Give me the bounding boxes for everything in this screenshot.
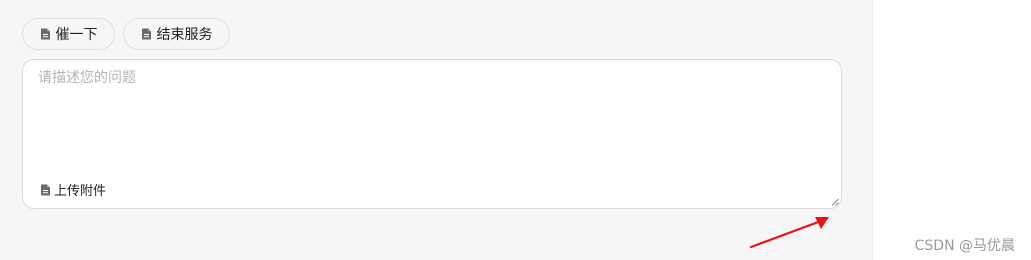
end-service-button-label: 结束服务: [156, 27, 213, 43]
question-textarea[interactable]: [23, 60, 841, 170]
urge-button-label: 催一下: [55, 27, 98, 43]
annotation-arrow-icon: [749, 217, 829, 249]
watermark-text: CSDN @马优晨: [914, 238, 1015, 254]
end-service-button[interactable]: 结束服务: [123, 18, 230, 50]
message-editor: 上传附件: [22, 59, 842, 209]
chat-input-panel: 催一下 结束服务 上传附件: [0, 0, 872, 260]
page: 催一下 结束服务 上传附件: [0, 0, 1031, 260]
resize-handle-icon[interactable]: [831, 198, 839, 206]
upload-attachment-button[interactable]: 上传附件: [40, 180, 106, 199]
urge-button[interactable]: 催一下: [22, 18, 115, 50]
document-icon: [141, 28, 151, 40]
document-icon: [41, 184, 50, 195]
document-icon: [40, 28, 50, 40]
upload-attachment-label: 上传附件: [54, 184, 107, 199]
side-panel: [873, 0, 1031, 260]
